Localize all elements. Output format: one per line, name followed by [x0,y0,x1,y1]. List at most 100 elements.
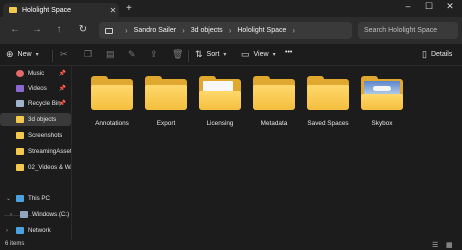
chevron-right-icon[interactable]: › [125,26,128,35]
view-label: View [253,51,269,58]
computer-icon [105,27,113,34]
pin-icon[interactable]: 📌 [59,70,66,77]
chevron-down-icon: ▾ [35,52,39,58]
folder-icon [16,164,24,171]
sidebar-item-this-pc[interactable]: ⌄ This PC [0,192,71,205]
folder-name: Metadata [260,120,288,127]
folder-icon [16,148,24,155]
up-arrow-icon[interactable]: ↑ [52,24,66,35]
chevron-right-icon[interactable]: › [292,26,295,35]
details-view-icon[interactable]: ☰ [432,241,438,249]
paste-icon[interactable]: ▤ [106,49,119,60]
sidebar-item-recycle-bin[interactable]: Recycle Bin 📌 [0,97,71,110]
file-list: Annotations Export Licensing Metadata Sa… [72,66,462,240]
folder-tile-licensing[interactable]: Licensing [193,72,247,132]
forward-arrow-icon[interactable]: → [30,24,44,35]
sidebar-item-label: Windows (C:) [32,211,70,218]
sidebar-item-label: 3d objects [28,116,57,123]
sort-icon: ⇅ [195,49,203,59]
sidebar-item-02-videos[interactable]: 02_Videos & Wa [0,161,71,174]
recycle-bin-icon [16,100,24,107]
new-tab-button[interactable]: + [126,3,132,14]
folder-icon [253,76,295,110]
sidebar-item-music[interactable]: Music 📌 [0,67,71,80]
sort-label: Sort [206,51,220,58]
sidebar-item-label: StreamingAssets [28,148,71,155]
computer-icon [16,195,24,202]
cut-icon[interactable]: ✂ [60,49,72,60]
sidebar-item-screenshots[interactable]: Screenshots [0,129,71,142]
chevron-right-icon[interactable]: › [182,26,185,35]
back-arrow-icon[interactable]: ← [8,24,22,35]
tab-title: Hololight Space [22,6,72,14]
navigation-pane: Music 📌 Videos 📌 Recycle Bin 📌 3d object… [0,66,72,240]
sidebar-item-label: This PC [28,195,51,202]
folder-tile-saved-spaces[interactable]: Saved Spaces [301,72,355,132]
more-options-button[interactable]: ••• [285,49,292,56]
delete-icon[interactable]: 🗑 [172,49,187,60]
navigation-bar: ← → ↑ ↻ › Sandro Sailer › 3d objects › H… [0,17,462,44]
folder-tile-annotations[interactable]: Annotations [85,72,139,132]
copy-icon[interactable]: ❐ [84,49,96,60]
breadcrumb-hololight-space[interactable]: Hololight Space [237,27,286,34]
pin-icon[interactable]: 📌 [59,100,66,107]
sort-button[interactable]: ⇅ Sort ▾ [195,49,226,60]
chevron-down-icon[interactable]: ⌄ [6,195,11,202]
plus-icon: ⊕ [6,49,14,59]
folder-tile-export[interactable]: Export [139,72,193,132]
sidebar-item-3d-objects[interactable]: 3d objects [0,113,71,126]
details-pane-icon: ▯ [422,49,427,59]
sidebar-item-label: Network [28,227,51,234]
folder-icon [145,76,187,110]
search-placeholder: Search Hololight Space [364,27,438,34]
breadcrumb-3d-objects[interactable]: 3d objects [191,27,223,34]
refresh-icon[interactable]: ↻ [76,24,90,35]
sidebar-item-label: Videos [28,85,47,92]
chevron-right-icon[interactable]: › [10,212,12,218]
sidebar-item-windows-c[interactable]: › Windows (C:) [0,208,71,221]
sidebar-item-label: Music [28,70,45,77]
folder-icon [91,76,133,110]
drive-icon [20,211,28,218]
search-input[interactable]: Search Hololight Space [358,22,458,39]
details-label: Details [430,51,453,58]
folder-name: Skybox [371,120,393,127]
new-label: New [17,51,32,58]
chevron-right-icon[interactable]: › [229,26,232,35]
folder-with-image-icon [361,76,403,110]
folder-name: Saved Spaces [307,120,349,127]
chevron-right-icon[interactable]: › [6,228,8,234]
new-button[interactable]: ⊕ New ▾ [6,49,39,60]
sidebar-item-videos[interactable]: Videos 📌 [0,82,71,95]
item-count: 6 items [5,241,25,247]
close-window-icon[interactable]: ✕ [440,1,460,12]
chevron-down-icon: ▾ [223,52,227,58]
pin-icon[interactable]: 📌 [59,85,66,92]
folder-with-documents-icon [199,76,241,110]
folder-icon [9,7,17,13]
videos-icon [16,85,24,92]
tab-hololight-space[interactable]: Hololight Space ✕ [3,3,119,17]
tiles-view-icon[interactable]: ▦ [446,241,453,249]
close-tab-icon[interactable]: ✕ [107,6,119,15]
rename-icon[interactable]: ✎ [128,49,140,60]
folder-tile-metadata[interactable]: Metadata [247,72,301,132]
sidebar-item-label: 02_Videos & Wa [28,164,71,171]
address-bar[interactable]: › Sandro Sailer › 3d objects › Hololight… [99,22,352,39]
network-icon [16,227,24,234]
details-button[interactable]: ▯ Details [422,49,452,60]
minimize-icon[interactable]: – [398,1,418,11]
folder-name: Annotations [95,120,129,127]
folder-tile-skybox[interactable]: Skybox [355,72,409,132]
maximize-icon[interactable]: ☐ [419,1,439,12]
sidebar-item-network[interactable]: › Network [0,224,71,237]
sidebar-item-label: Recycle Bin [28,100,61,107]
folder-name: Licensing [206,120,234,127]
divider [52,50,53,62]
sidebar-item-streamingassets[interactable]: StreamingAssets [0,145,71,158]
breadcrumb-sandro-sailer[interactable]: Sandro Sailer [134,27,176,34]
folder-icon [16,132,24,139]
divider [188,50,189,62]
share-icon[interactable]: ⇪ [150,49,162,60]
view-button[interactable]: ▭ View ▾ [241,49,276,60]
